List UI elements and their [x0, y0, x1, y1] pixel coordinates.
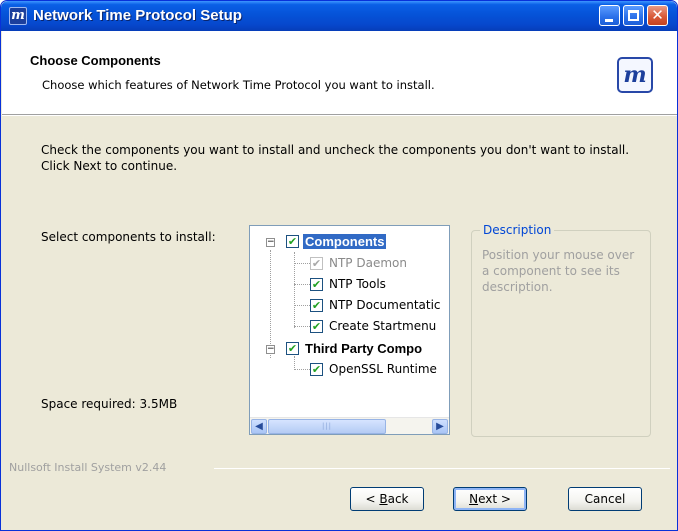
description-title: Description — [480, 223, 555, 237]
minimize-button[interactable] — [599, 5, 620, 26]
next-button-label: ext > — [478, 492, 511, 506]
tree-connector — [270, 250, 271, 358]
window-title: Network Time Protocol Setup — [33, 7, 242, 24]
next-button-accel: N — [469, 492, 479, 506]
scroll-right-arrow-icon[interactable]: ▶ — [432, 419, 448, 434]
expand-collapse-icon[interactable]: − — [266, 345, 275, 354]
tree-item-label: Third Party Compo — [305, 341, 423, 356]
expand-collapse-icon[interactable]: − — [266, 238, 275, 247]
branding-divider — [214, 468, 670, 469]
close-button[interactable]: ✕ — [647, 5, 668, 26]
back-button-accel: B — [379, 492, 388, 506]
checkbox-checked-icon[interactable]: ✔ — [310, 278, 323, 291]
intro-text: Check the components you want to install… — [41, 143, 630, 173]
checkbox-checked-icon[interactable]: ✔ — [310, 320, 323, 333]
next-button[interactable]: Next > — [453, 487, 527, 511]
scroll-left-arrow-icon[interactable]: ◀ — [251, 419, 267, 434]
components-tree[interactable]: − ✔ Components ✔ NTP Daemon ✔ NTP Tools … — [249, 225, 450, 435]
title-bar[interactable]: m Network Time Protocol Setup ✕ — [1, 1, 677, 31]
nsis-branding: Nullsoft Install System v2.44 — [9, 461, 167, 474]
installer-logo-icon: m — [617, 57, 653, 93]
space-required-label: Space required: 3.5MB — [41, 397, 178, 411]
tree-connector — [294, 356, 295, 370]
checkbox-checked-icon[interactable]: ✔ — [310, 363, 323, 376]
page-subtitle: Choose which features of Network Time Pr… — [42, 78, 435, 92]
tree-connector — [294, 284, 310, 285]
maximize-icon — [628, 10, 639, 21]
tree-item-label: Create Startmenu — [329, 319, 437, 333]
back-button-prefix: < — [365, 492, 380, 506]
tree-item-label: NTP Daemon — [329, 256, 407, 270]
header-divider — [2, 115, 677, 116]
tree-item-label: NTP Documentatic — [329, 298, 441, 312]
page-title: Choose Components — [30, 53, 161, 68]
scrollbar-thumb[interactable]: ||| — [268, 419, 386, 434]
checkbox-checked-disabled-icon: ✔ — [310, 257, 323, 270]
select-components-label: Select components to install: — [41, 230, 216, 244]
tree-connector — [294, 263, 310, 264]
checkbox-checked-icon[interactable]: ✔ — [286, 342, 299, 355]
cancel-button[interactable]: Cancel — [568, 487, 642, 511]
checkbox-checked-icon[interactable]: ✔ — [310, 299, 323, 312]
tree-connector — [294, 305, 310, 306]
minimize-icon — [605, 19, 613, 22]
back-button[interactable]: < Back — [350, 487, 424, 511]
back-button-label: ack — [387, 492, 409, 506]
description-groupbox: Description Position your mouse over a c… — [471, 223, 651, 437]
installer-window: m Network Time Protocol Setup ✕ Choose C… — [0, 0, 678, 531]
tree-connector — [294, 369, 310, 370]
tree-item-label: OpenSSL Runtime — [329, 362, 437, 376]
close-icon: ✕ — [651, 6, 664, 24]
tree-horizontal-scrollbar[interactable]: ◀ ||| ▶ — [250, 417, 449, 434]
tree-item-label: NTP Tools — [329, 277, 386, 291]
page-header: Choose Components Choose which features … — [2, 31, 677, 115]
tree-connector — [294, 326, 310, 327]
tree-item-label: Components — [303, 234, 387, 249]
maximize-button[interactable] — [623, 5, 644, 26]
app-icon: m — [9, 7, 27, 25]
checkbox-checked-icon[interactable]: ✔ — [286, 235, 299, 248]
description-text: Position your mouse over a component to … — [482, 248, 635, 294]
